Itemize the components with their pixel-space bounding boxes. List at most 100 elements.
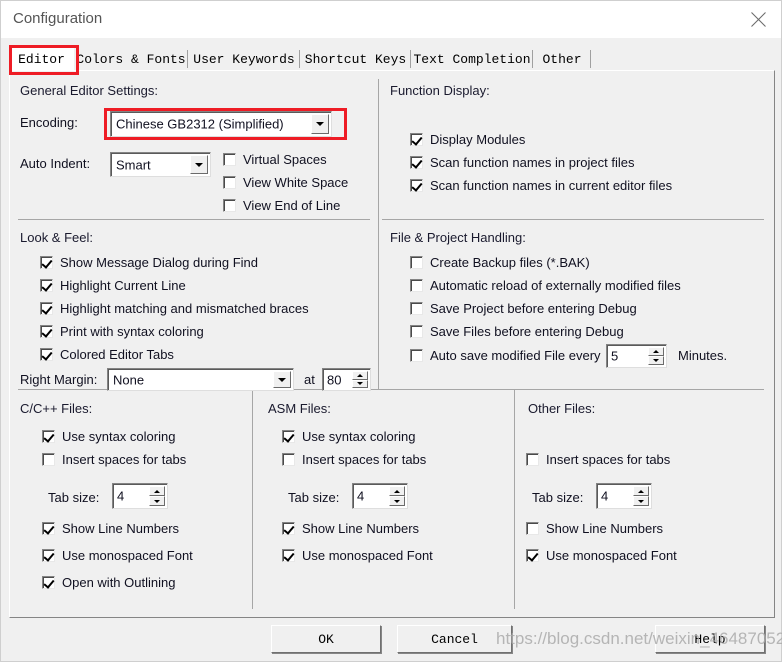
checkbox-asm-use-monospaced-font[interactable]: Use monospaced Font	[282, 548, 433, 563]
spinner-buttons[interactable]	[389, 486, 405, 506]
checkbox-print-syntax-coloring[interactable]: Print with syntax coloring	[40, 324, 204, 339]
chevron-down-icon[interactable]	[190, 155, 208, 174]
checkbox-c-show-line-numbers[interactable]: Show Line Numbers	[42, 521, 179, 536]
checkbox-box[interactable]	[282, 522, 295, 535]
checkbox-box[interactable]	[410, 349, 423, 362]
checkbox-box[interactable]	[410, 133, 423, 146]
chevron-down-icon[interactable]	[311, 114, 329, 134]
checkbox-show-message-dialog[interactable]: Show Message Dialog during Find	[40, 255, 258, 270]
checkbox-box[interactable]	[42, 453, 55, 466]
window-title: Configuration	[13, 10, 103, 27]
checkbox-highlight-current-line[interactable]: Highlight Current Line	[40, 278, 186, 293]
checkbox-label: View White Space	[243, 175, 349, 190]
checkbox-box[interactable]	[42, 576, 55, 589]
tab-colors-and-fonts[interactable]: Colors & Fonts	[74, 47, 188, 71]
checkbox-box[interactable]	[40, 302, 53, 315]
cancel-button-label: Cancel	[431, 631, 478, 647]
checkbox-c-open-with-outlining[interactable]: Open with Outlining	[42, 575, 175, 590]
spinner-up-icon[interactable]	[648, 347, 664, 356]
tab-editor[interactable]: Editor	[9, 47, 74, 71]
checkbox-box[interactable]	[42, 549, 55, 562]
checkbox-box[interactable]	[40, 325, 53, 338]
checkbox-asm-insert-spaces-for-tabs[interactable]: Insert spaces for tabs	[282, 452, 426, 467]
checkbox-auto-save-modified-file[interactable]: Auto save modified File every	[410, 348, 601, 363]
checkbox-other-show-line-numbers[interactable]: Show Line Numbers	[526, 521, 663, 536]
checkbox-box[interactable]	[410, 325, 423, 338]
checkbox-box[interactable]	[410, 179, 423, 192]
spinner-buttons[interactable]	[352, 371, 368, 388]
checkbox-box[interactable]	[410, 156, 423, 169]
spinner-up-icon[interactable]	[389, 486, 405, 496]
spinner-down-icon[interactable]	[149, 496, 165, 506]
close-icon[interactable]	[735, 1, 781, 38]
tab-shortcut-keys[interactable]: Shortcut Keys	[300, 47, 411, 71]
ok-button[interactable]: OK	[271, 625, 381, 653]
spinner-up-icon[interactable]	[149, 486, 165, 496]
checkbox-label: Auto save modified File every	[430, 348, 601, 363]
checkbox-other-insert-spaces-for-tabs[interactable]: Insert spaces for tabs	[526, 452, 670, 467]
other-tab-size-label: Tab size:	[532, 490, 584, 505]
spinner-buttons[interactable]	[648, 347, 664, 365]
checkbox-other-use-monospaced-font[interactable]: Use monospaced Font	[526, 548, 677, 563]
checkbox-box[interactable]	[40, 256, 53, 269]
checkbox-box[interactable]	[223, 153, 236, 166]
tab-other[interactable]: Other	[533, 47, 591, 71]
spinner-buttons[interactable]	[633, 486, 649, 506]
checkbox-box[interactable]	[42, 522, 55, 535]
checkbox-asm-show-line-numbers[interactable]: Show Line Numbers	[282, 521, 419, 536]
checkbox-display-modules[interactable]: Display Modules	[410, 132, 525, 147]
checkbox-box[interactable]	[410, 302, 423, 315]
checkbox-box[interactable]	[526, 522, 539, 535]
auto-indent-combobox[interactable]: Smart	[110, 152, 211, 177]
checkbox-asm-use-syntax-coloring[interactable]: Use syntax coloring	[282, 429, 415, 444]
spinner-down-icon[interactable]	[633, 496, 649, 506]
help-button[interactable]: Help	[655, 625, 765, 653]
checkbox-box[interactable]	[526, 549, 539, 562]
checkbox-c-use-monospaced-font[interactable]: Use monospaced Font	[42, 548, 193, 563]
spinner-down-icon[interactable]	[389, 496, 405, 506]
c-tab-size-spinner[interactable]: 4	[112, 483, 168, 509]
spinner-down-icon[interactable]	[352, 379, 368, 388]
encoding-combobox[interactable]: Chinese GB2312 (Simplified)	[110, 111, 332, 137]
general-editor-settings-title: General Editor Settings:	[20, 83, 159, 98]
auto-save-interval-spinner[interactable]: 5	[606, 344, 667, 368]
checkbox-colored-editor-tabs[interactable]: Colored Editor Tabs	[40, 347, 174, 362]
checkbox-highlight-braces[interactable]: Highlight matching and mismatched braces	[40, 301, 309, 316]
checkbox-box[interactable]	[223, 176, 236, 189]
spinner-up-icon[interactable]	[352, 371, 368, 380]
tab-user-keywords[interactable]: User Keywords	[188, 47, 300, 71]
asm-tab-size-spinner[interactable]: 4	[352, 483, 408, 509]
checkbox-view-end-of-line[interactable]: View End of Line	[223, 198, 340, 213]
checkbox-box[interactable]	[282, 430, 295, 443]
checkbox-box[interactable]	[42, 430, 55, 443]
checkbox-box[interactable]	[410, 279, 423, 292]
checkbox-c-use-syntax-coloring[interactable]: Use syntax coloring	[42, 429, 175, 444]
checkbox-box[interactable]	[410, 256, 423, 269]
checkbox-scan-project-files[interactable]: Scan function names in project files	[410, 155, 635, 170]
checkbox-label: Use syntax coloring	[302, 429, 416, 444]
checkbox-box[interactable]	[223, 199, 236, 212]
checkbox-save-project-before-debug[interactable]: Save Project before entering Debug	[410, 301, 637, 316]
right-margin-combobox[interactable]: None	[107, 368, 294, 391]
checkbox-create-backup-files[interactable]: Create Backup files (*.BAK)	[410, 255, 590, 270]
checkbox-box[interactable]	[282, 549, 295, 562]
checkbox-box[interactable]	[40, 348, 53, 361]
right-margin-column-spinner[interactable]: 80	[322, 368, 371, 391]
checkbox-virtual-spaces[interactable]: Virtual Spaces	[223, 152, 327, 167]
spinner-buttons[interactable]	[149, 486, 165, 506]
checkbox-save-files-before-debug[interactable]: Save Files before entering Debug	[410, 324, 624, 339]
other-tab-size-spinner[interactable]: 4	[596, 483, 652, 509]
checkbox-box[interactable]	[40, 279, 53, 292]
tab-text-completion[interactable]: Text Completion	[411, 47, 533, 71]
checkbox-view-white-space[interactable]: View White Space	[223, 175, 348, 190]
checkbox-box[interactable]	[526, 453, 539, 466]
checkbox-label: Insert spaces for tabs	[546, 452, 671, 467]
checkbox-box[interactable]	[282, 453, 295, 466]
spinner-down-icon[interactable]	[648, 356, 664, 365]
chevron-down-icon[interactable]	[273, 371, 291, 388]
spinner-up-icon[interactable]	[633, 486, 649, 496]
checkbox-automatic-reload[interactable]: Automatic reload of externally modified …	[410, 278, 681, 293]
checkbox-c-insert-spaces-for-tabs[interactable]: Insert spaces for tabs	[42, 452, 186, 467]
checkbox-scan-current-editor-files[interactable]: Scan function names in current editor fi…	[410, 178, 672, 193]
cancel-button[interactable]: Cancel	[397, 625, 512, 653]
